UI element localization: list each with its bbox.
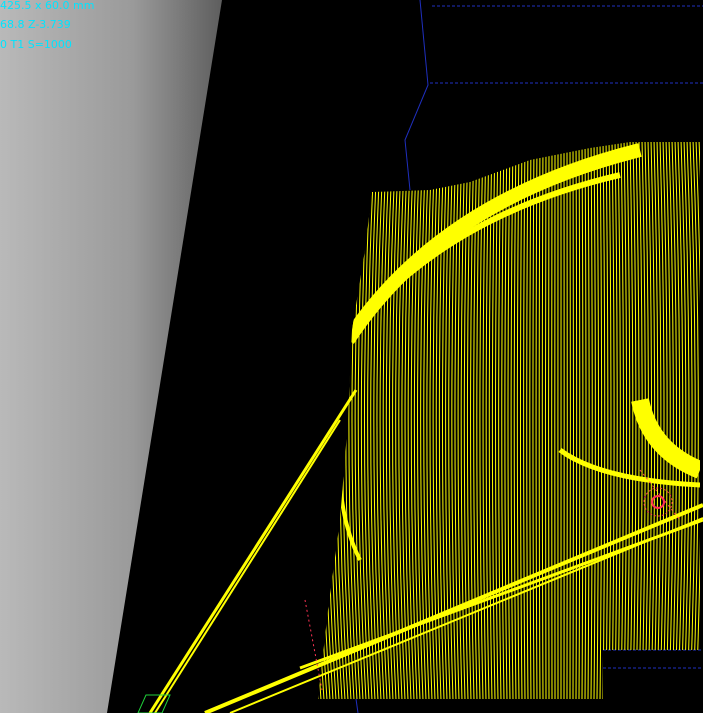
position-readout: 68.8 Z-3.739 [0, 18, 71, 31]
toolpath-pass [544, 142, 547, 699]
dimensions-readout: 425.5 x 60.0 mm [0, 0, 94, 12]
tool-spindle-readout: 0 T1 S=1000 [0, 38, 72, 51]
toolpath-pass [572, 142, 575, 699]
gcode-viewport[interactable]: 425.5 x 60.0 mm 68.8 Z-3.739 0 T1 S=1000 [0, 0, 703, 713]
